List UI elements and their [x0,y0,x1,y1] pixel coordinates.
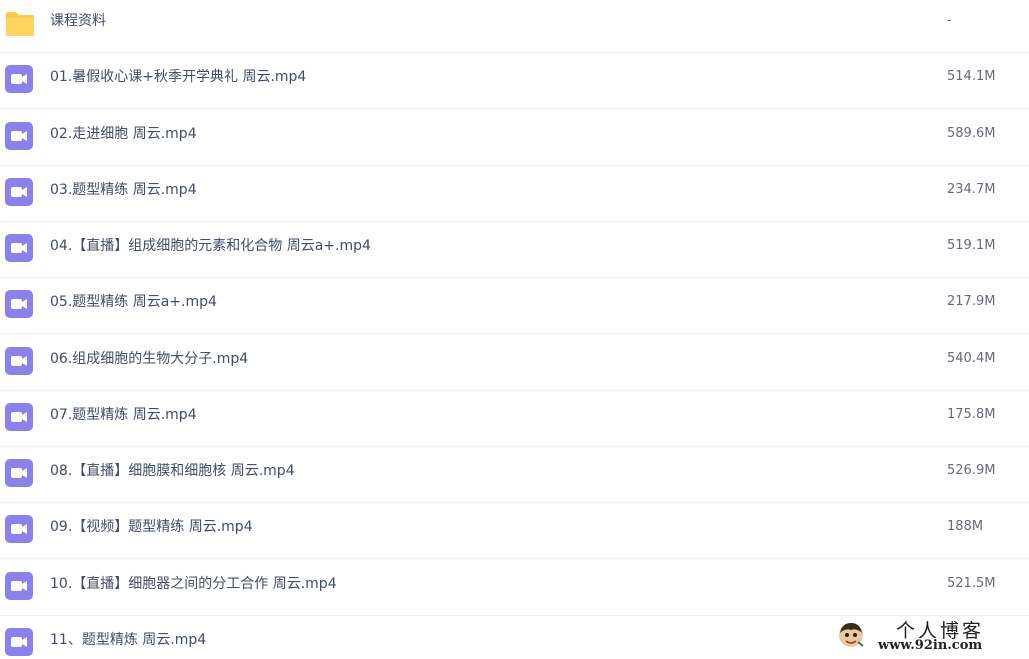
video-icon [4,402,34,432]
folder-row[interactable]: 课程资料 - [0,0,1029,53]
file-name: 01.暑假收心课+秋季开学典礼 周云.mp4 [50,69,307,85]
video-icon [4,289,34,319]
video-icon [4,514,34,544]
file-row[interactable]: 04.【直播】组成细胞的元素和化合物 周云a+.mp4 519.1M [0,222,1029,278]
file-name: 04.【直播】组成细胞的元素和化合物 周云a+.mp4 [50,238,371,254]
file-name: 02.走进细胞 周云.mp4 [50,126,197,142]
file-size: 175.8M [947,407,996,422]
file-list: 课程资料 - 01.暑假收心课+秋季开学典礼 周云.mp4 514.1M 02.… [0,0,1029,659]
file-row[interactable]: 03.题型精练 周云.mp4 234.7M [0,166,1029,222]
video-icon [4,64,34,94]
video-icon [4,458,34,488]
file-size: 217.9M [947,294,996,309]
video-icon [4,177,34,207]
file-name: 课程资料 [50,13,106,29]
video-icon [4,571,34,601]
file-row[interactable]: 07.题型精炼 周云.mp4 175.8M [0,391,1029,447]
file-name: 11、题型精炼 周云.mp4 [50,632,207,648]
file-row[interactable]: 05.题型精练 周云a+.mp4 217.9M [0,278,1029,334]
file-row[interactable]: 10.【直播】细胞器之间的分工合作 周云.mp4 521.5M [0,560,1029,616]
file-name: 08.【直播】细胞膜和细胞核 周云.mp4 [50,463,295,479]
file-size: 526.9M [947,463,996,478]
blog-watermark: 个人博客 www.92in.com [838,616,1024,656]
video-icon [4,627,34,657]
file-row[interactable]: 06.组成细胞的生物大分子.mp4 540.4M [0,335,1029,391]
file-size: 521.5M [947,576,996,591]
file-size: 188M [947,519,984,534]
file-size: 514.1M [947,69,996,84]
video-icon [4,233,34,263]
watermark-url: www.92in.com [878,638,983,653]
file-size: - [947,13,952,28]
file-size: 540.4M [947,351,996,366]
file-name: 09.【视频】题型精练 周云.mp4 [50,519,253,535]
file-name: 03.题型精练 周云.mp4 [50,182,197,198]
file-size: 589.6M [947,126,996,141]
file-row[interactable]: 02.走进细胞 周云.mp4 589.6M [0,110,1029,166]
file-row[interactable]: 09.【视频】题型精练 周云.mp4 188M [0,503,1029,559]
file-row[interactable]: 08.【直播】细胞膜和细胞核 周云.mp4 526.9M [0,447,1029,503]
file-size: 519.1M [947,238,996,253]
file-name: 05.题型精练 周云a+.mp4 [50,294,217,310]
file-size: 234.7M [947,182,996,197]
avatar-icon [838,622,864,648]
file-row[interactable]: 01.暑假收心课+秋季开学典礼 周云.mp4 514.1M [0,53,1029,109]
folder-icon [4,8,34,38]
video-icon [4,346,34,376]
file-name: 07.题型精炼 周云.mp4 [50,407,197,423]
video-icon [4,121,34,151]
file-name: 10.【直播】细胞器之间的分工合作 周云.mp4 [50,576,337,592]
file-name: 06.组成细胞的生物大分子.mp4 [50,351,249,367]
